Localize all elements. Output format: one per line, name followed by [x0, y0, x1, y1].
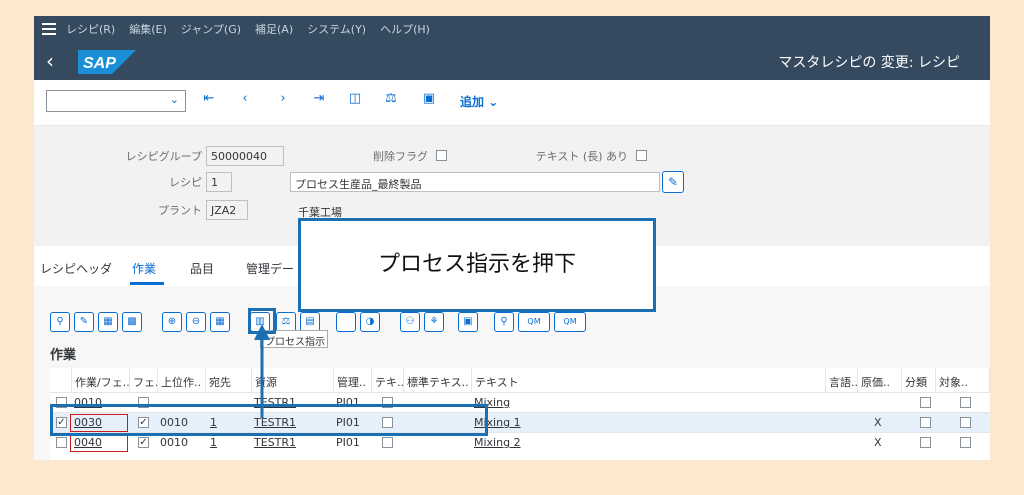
- shell-bar: ‹ SAP マスタレシピの 変更: レシピ: [34, 42, 990, 80]
- recipe-text-field[interactable]: プロセス生産品_最終製品: [290, 172, 660, 192]
- costing-relevant: X: [874, 436, 882, 449]
- hamburger-icon[interactable]: [42, 23, 56, 35]
- row-select-checkbox[interactable]: [56, 437, 67, 448]
- edit-pencil-icon[interactable]: ✎: [662, 171, 684, 193]
- calendar-icon[interactable]: ▣: [420, 91, 438, 106]
- qm-button-1[interactable]: QM: [518, 312, 550, 332]
- column-header[interactable]: 対象..: [936, 368, 990, 392]
- tile-view-icon[interactable]: ▩: [122, 312, 142, 332]
- recipe-label: レシピ: [169, 176, 202, 189]
- pie-icon[interactable]: ◑: [360, 312, 380, 332]
- resource[interactable]: TESTR1: [254, 436, 296, 449]
- last-page-icon[interactable]: ⇥: [310, 91, 328, 106]
- first-page-icon[interactable]: ⇤: [200, 91, 218, 106]
- balance-icon[interactable]: ⚖: [382, 91, 400, 106]
- text-checkbox[interactable]: [382, 437, 393, 448]
- column-header[interactable]: 上位作..: [158, 368, 206, 392]
- zoom-icon[interactable]: ⚲: [50, 312, 70, 332]
- costing-relevant: X: [874, 416, 882, 429]
- menu-item-recipe[interactable]: レシピ(R): [66, 21, 115, 37]
- people-icon[interactable]: ⚇: [400, 312, 420, 332]
- tab-admin-data[interactable]: 管理デー: [246, 260, 294, 277]
- hierarchy-icon[interactable]: ▦: [210, 312, 230, 332]
- export-icon[interactable]: ◫: [346, 91, 364, 106]
- menu-item-extras[interactable]: 補足(A): [255, 21, 293, 37]
- long-text-label: テキスト (長) あり: [535, 150, 628, 163]
- next-page-icon[interactable]: ›: [274, 91, 292, 106]
- class-checkbox[interactable]: [920, 397, 931, 408]
- column-header[interactable]: 分類: [902, 368, 936, 392]
- plant-label: プラント: [158, 204, 202, 217]
- column-header[interactable]: 作業/フェ..: [72, 368, 130, 392]
- long-text-checkbox[interactable]: [636, 150, 647, 161]
- column-header[interactable]: 標準テキス..: [404, 368, 472, 392]
- document-icon[interactable]: ▤: [300, 312, 320, 332]
- field-highlight: [70, 434, 128, 452]
- column-header[interactable]: テキスト: [472, 368, 826, 392]
- destination[interactable]: 1: [210, 436, 217, 449]
- org-chart-icon[interactable]: ▣: [458, 312, 478, 332]
- menu-item-help[interactable]: ヘルプ(H): [380, 21, 430, 37]
- tab-materials[interactable]: 品目: [190, 260, 214, 277]
- delete-flag-label: 削除フラグ: [373, 150, 428, 163]
- svg-text:SAP: SAP: [83, 55, 116, 72]
- add-row-icon[interactable]: ⊕: [162, 312, 182, 332]
- section-title: 作業: [50, 348, 77, 363]
- menu-bar: レシピ(R) 編集(E) ジャンプ(G) 補足(A) システム(Y) ヘルプ(H…: [34, 16, 990, 42]
- tab-recipe-header[interactable]: レシピヘッダ: [40, 260, 112, 277]
- column-header[interactable]: 言語..: [826, 368, 858, 392]
- menu-item-system[interactable]: システム(Y): [307, 21, 366, 37]
- recipe-number-field: 1: [206, 172, 232, 192]
- previous-page-icon[interactable]: ‹: [236, 91, 254, 106]
- sap-logo: SAP: [78, 50, 136, 74]
- menu-item-jump[interactable]: ジャンプ(G): [181, 21, 241, 37]
- control-key: PI01: [336, 436, 360, 449]
- tab-operations[interactable]: 作業: [132, 260, 156, 277]
- blank-icon[interactable]: [336, 312, 356, 332]
- grid-view-icon[interactable]: ▦: [98, 312, 118, 332]
- operation-text[interactable]: Mixing 2: [474, 436, 521, 449]
- application-toolbar: ⌄ ⇤ ‹ › ⇥ ◫ ⚖ ▣ 追加 ⌄: [34, 80, 990, 126]
- column-header[interactable]: フェ..: [130, 368, 158, 392]
- selected-tab-indicator: [130, 282, 164, 285]
- column-header[interactable]: テキ..: [372, 368, 404, 392]
- recipe-group-field: 50000040: [206, 146, 284, 166]
- pointer-arrow: [254, 324, 270, 418]
- network-icon[interactable]: ⚘: [424, 312, 444, 332]
- column-header[interactable]: 管理..: [334, 368, 372, 392]
- command-field-dropdown[interactable]: ⌄: [46, 90, 186, 112]
- inspect-icon[interactable]: ⚲: [494, 312, 514, 332]
- chevron-down-icon: ⌄: [488, 95, 499, 109]
- object-checkbox[interactable]: [960, 437, 971, 448]
- phase-checkbox[interactable]: ✓: [138, 437, 149, 448]
- edit-icon[interactable]: ✎: [74, 312, 94, 332]
- chevron-down-icon: ⌄: [169, 93, 179, 106]
- recipe-group-label: レシピグループ: [125, 150, 202, 163]
- menu-item-edit[interactable]: 編集(E): [129, 21, 167, 37]
- add-menu-button[interactable]: 追加 ⌄: [460, 93, 498, 110]
- remove-row-icon[interactable]: ⊖: [186, 312, 206, 332]
- instruction-callout: プロセス指示を押下: [298, 218, 656, 312]
- select-all-header[interactable]: [50, 368, 72, 392]
- qm-button-2[interactable]: QM: [554, 312, 586, 332]
- parent-operation: 0010: [160, 436, 188, 449]
- class-checkbox[interactable]: [920, 437, 931, 448]
- class-checkbox[interactable]: [920, 417, 931, 428]
- object-checkbox[interactable]: [960, 397, 971, 408]
- plant-field: JZA2: [206, 200, 248, 220]
- column-header[interactable]: 原価..: [858, 368, 902, 392]
- page-title: マスタレシピの 変更: レシピ: [778, 55, 960, 71]
- delete-flag-checkbox[interactable]: [436, 150, 447, 161]
- back-icon[interactable]: ‹: [46, 49, 54, 73]
- object-checkbox[interactable]: [960, 417, 971, 428]
